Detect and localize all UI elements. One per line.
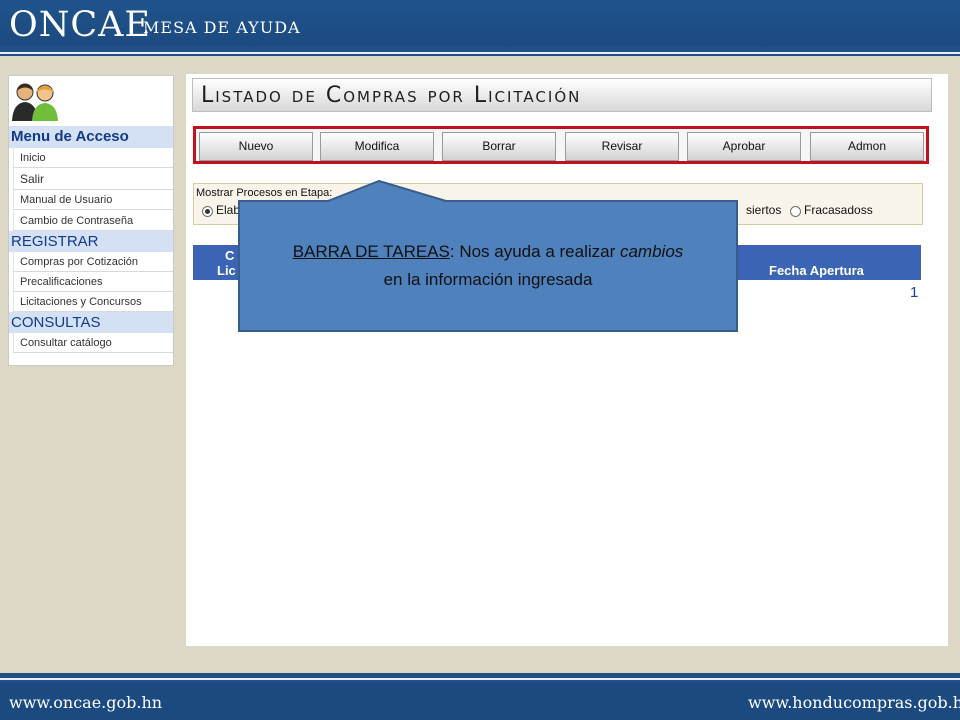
title-bar: Listado de Compras por Licitación <box>192 78 932 112</box>
footer-oncae-link[interactable]: www.oncae.gob.hn <box>9 693 162 712</box>
radio-elaboracion-label: Elab <box>216 203 241 217</box>
radio-fracasados[interactable] <box>790 206 801 217</box>
sidebar-item-cotizacion[interactable]: Compras por Cotización <box>13 252 173 272</box>
callout-text-mid: : Nos ayuda a realizar <box>449 242 620 261</box>
radio-desierto-label: siertos <box>746 203 782 217</box>
column-header-licitacion: Lic <box>217 263 236 278</box>
footer-bar: www.oncae.gob.hn www.honducompras.gob.hn <box>0 673 960 720</box>
sidebar-item-inicio[interactable]: Inicio <box>13 148 173 168</box>
brand-subtitle: MESA DE AYUDA <box>143 18 301 37</box>
sidebar-item-catalogo[interactable]: Consultar catálogo <box>13 333 173 353</box>
footer-honducompras-link[interactable]: www.honducompras.gob.hn <box>748 693 960 712</box>
sidebar-item-manual[interactable]: Manual de Usuario <box>13 190 173 210</box>
callout-emphasis: cambios <box>619 242 684 261</box>
header-bar: ONCAE MESA DE AYUDA <box>0 0 960 56</box>
column-header-codigo: C <box>225 248 235 263</box>
sidebar-item-password[interactable]: Cambio de Contraseña <box>13 211 173 231</box>
radio-fracasados-label: Fracasadoss <box>804 203 873 217</box>
callout-text-line2: en la información ingresada <box>383 270 593 289</box>
column-header-fecha-apertura[interactable]: Fecha Apertura <box>769 263 864 278</box>
radio-elaboracion[interactable] <box>202 206 213 217</box>
callout-title: BARRA DE TAREAS <box>292 242 450 261</box>
new-button[interactable]: Nuevo <box>199 132 313 161</box>
sidebar-item-licitaciones[interactable]: Licitaciones y Concursos <box>13 292 173 312</box>
modify-button[interactable]: Modifica <box>320 132 434 161</box>
sidebar: Menu de Acceso Inicio Salir Manual de Us… <box>8 75 174 366</box>
callout-text: BARRA DE TAREAS: Nos ayuda a realizar ca… <box>238 238 738 294</box>
pagination-page[interactable]: 1 <box>910 284 918 301</box>
users-icon <box>12 83 58 121</box>
delete-button[interactable]: Borrar <box>442 132 556 161</box>
page-title: Listado de Compras por Licitación <box>201 83 582 108</box>
brand-logo: ONCAE <box>9 5 151 45</box>
task-toolbar: Nuevo Modifica Borrar Revisar Aprobar Ad… <box>193 126 929 164</box>
main-panel: Listado de Compras por Licitación Nuevo … <box>186 74 948 646</box>
menu-access-title: Menu de Acceso <box>9 126 173 148</box>
review-button[interactable]: Revisar <box>565 132 679 161</box>
sidebar-item-salir[interactable]: Salir <box>13 168 173 190</box>
sidebar-item-precalificaciones[interactable]: Precalificaciones <box>13 272 173 292</box>
admin-button[interactable]: Admon <box>810 132 924 161</box>
registrar-title: REGISTRAR <box>9 231 173 252</box>
approve-button[interactable]: Aprobar <box>687 132 801 161</box>
consultas-title: CONSULTAS <box>9 312 173 333</box>
